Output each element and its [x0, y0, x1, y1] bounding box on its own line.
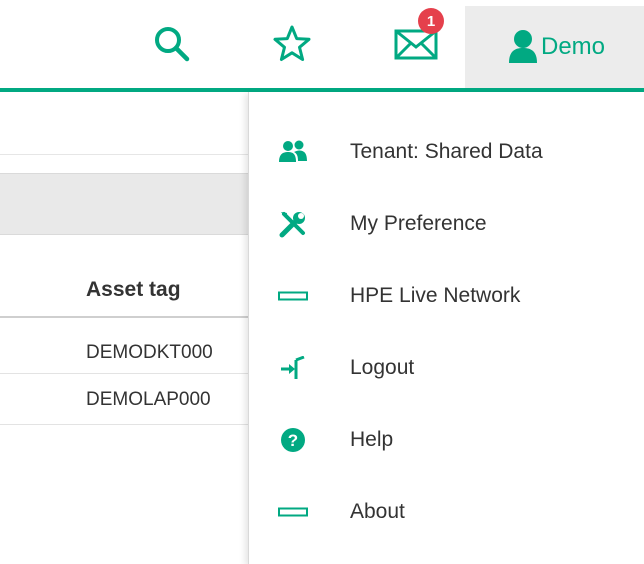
- search-icon: [155, 27, 190, 62]
- user-name: Demo: [541, 33, 606, 60]
- header-divider: [0, 316, 248, 318]
- user-menu-button[interactable]: Demo: [465, 6, 644, 88]
- menu-item-label: My Preference: [350, 212, 487, 235]
- unread-count-badge: 1: [418, 8, 444, 34]
- user-icon: [509, 30, 537, 63]
- top-header: 1 Demo: [0, 0, 644, 88]
- row-divider: [0, 373, 248, 374]
- menu-item-label: About: [350, 500, 405, 523]
- divider: [0, 154, 248, 155]
- users-icon: [275, 134, 311, 170]
- messages-button[interactable]: 1: [386, 8, 446, 72]
- network-bar-icon: [275, 278, 311, 314]
- menu-item-hpe-live-network[interactable]: HPE Live Network: [249, 268, 644, 324]
- menu-item-logout[interactable]: Logout: [249, 340, 644, 396]
- table-cell[interactable]: DEMODKT000: [86, 342, 248, 364]
- favorites-button[interactable]: [268, 16, 316, 72]
- help-icon: ?: [275, 422, 311, 458]
- page: 1 Demo Asset tag DEMODKT000 DEMOLAP000 T…: [0, 0, 644, 564]
- search-button[interactable]: [148, 16, 196, 72]
- menu-item-about[interactable]: About: [249, 484, 644, 540]
- svg-text:?: ?: [288, 431, 298, 450]
- menu-item-my-preference[interactable]: My Preference: [249, 196, 644, 252]
- menu-item-help[interactable]: ? Help: [249, 412, 644, 468]
- wrench-screwdriver-icon: [275, 206, 311, 242]
- row-divider: [0, 424, 248, 425]
- menu-item-tenant[interactable]: Tenant: Shared Data: [249, 124, 644, 180]
- menu-item-label: HPE Live Network: [350, 284, 521, 307]
- star-icon: [273, 25, 311, 61]
- logout-icon: [275, 350, 311, 386]
- menu-item-label: Help: [350, 428, 394, 451]
- table-cell[interactable]: DEMOLAP000: [86, 389, 248, 411]
- menu-item-label: Logout: [350, 356, 415, 379]
- user-dropdown-menu: Tenant: Shared Data My Preference HPE Li…: [248, 92, 644, 564]
- menu-item-label: Tenant: Shared Data: [350, 140, 543, 163]
- column-header-asset-tag[interactable]: Asset tag: [86, 278, 181, 302]
- toolbar-bar: [0, 173, 248, 235]
- about-bar-icon: [275, 494, 311, 530]
